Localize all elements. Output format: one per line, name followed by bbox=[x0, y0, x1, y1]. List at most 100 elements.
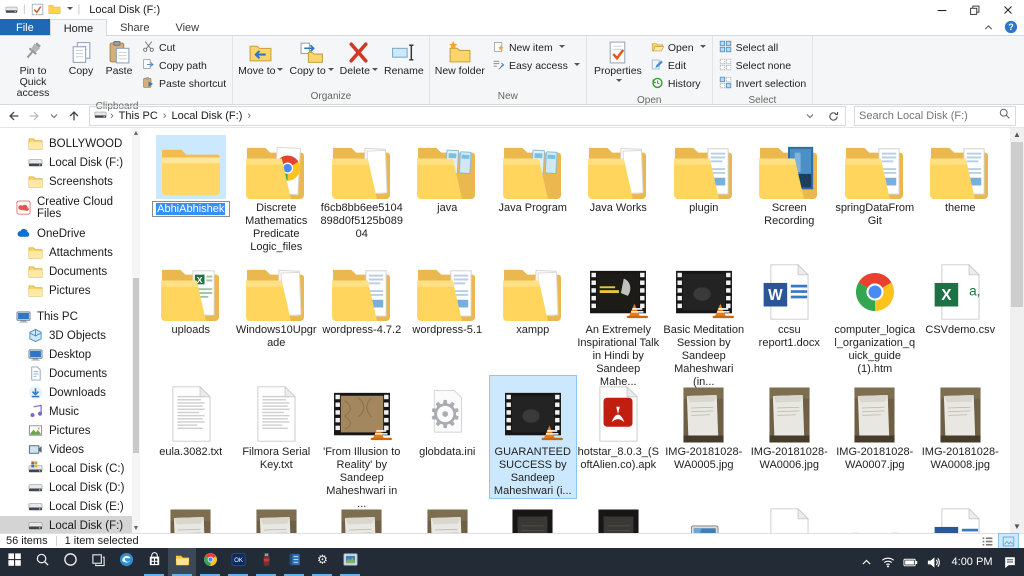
file-item[interactable]: Wccsu report1.docx bbox=[747, 254, 833, 376]
file-item[interactable]: plugin bbox=[661, 132, 747, 254]
forward-button[interactable] bbox=[24, 106, 44, 126]
tab-view[interactable]: View bbox=[162, 19, 212, 35]
file-item[interactable] bbox=[148, 498, 234, 533]
ribbon-select-none-button[interactable]: Select none bbox=[717, 58, 809, 74]
sidebar-scrollbar[interactable]: ▲ ▼ bbox=[132, 128, 140, 533]
file-item[interactable]: theme bbox=[918, 132, 1004, 254]
help[interactable]: ? bbox=[1004, 20, 1018, 39]
volume-icon[interactable] bbox=[926, 555, 941, 570]
taskbar-photos-app-button[interactable] bbox=[336, 548, 364, 576]
file-item[interactable]: Xa, CSVdemo.csv bbox=[918, 254, 1004, 376]
file-item[interactable]: wordpress-4.7.2 bbox=[319, 254, 405, 376]
sidebar-scroll-down[interactable]: ▼ bbox=[132, 523, 140, 533]
file-item[interactable]: xampp bbox=[490, 254, 576, 376]
file-item[interactable]: Basic Meditation Session by Sandeep Mahe… bbox=[661, 254, 747, 388]
ribbon-delete-button[interactable]: Delete bbox=[337, 38, 381, 78]
breadcrumb-segment[interactable]: This PC bbox=[117, 110, 160, 122]
breadcrumb-segment[interactable]: Local Disk (F:) bbox=[169, 110, 244, 122]
search-box[interactable] bbox=[854, 106, 1016, 126]
sidebar-scroll-up[interactable]: ▲ bbox=[132, 128, 140, 138]
taskbar-search-button[interactable] bbox=[28, 548, 56, 576]
search-input[interactable] bbox=[859, 110, 998, 122]
battery-icon[interactable] bbox=[903, 555, 918, 570]
scrollbar-thumb[interactable] bbox=[1011, 142, 1023, 307]
taskbar-start-button[interactable] bbox=[0, 548, 28, 576]
ribbon-paste-button[interactable]: Paste bbox=[100, 38, 138, 78]
ribbon-new-item-button[interactable]: New item bbox=[490, 40, 582, 56]
taskbar-task-view-button[interactable] bbox=[84, 548, 112, 576]
refresh-button[interactable] bbox=[823, 106, 843, 126]
file-item[interactable]: java bbox=[405, 132, 491, 254]
file-item[interactable]: springDataFromGit bbox=[832, 132, 918, 254]
ribbon-copy-to-button[interactable]: Copy to bbox=[286, 38, 336, 78]
file-item[interactable]: IMG-20181028-WA0005.jpg bbox=[661, 376, 747, 498]
file-item[interactable] bbox=[747, 498, 833, 533]
tab-share[interactable]: Share bbox=[107, 19, 162, 35]
taskbar-chrome-button[interactable] bbox=[196, 548, 224, 576]
sidebar-item-pictures[interactable]: Pictures bbox=[0, 421, 140, 440]
tab-home[interactable]: Home bbox=[49, 19, 108, 36]
address-chevron-button[interactable] bbox=[800, 106, 820, 126]
sidebar-item-local-disk-f[interactable]: Local Disk (F:) bbox=[0, 153, 140, 172]
ribbon-copy-button[interactable]: Copy bbox=[62, 38, 100, 78]
sidebar-item-onedrive[interactable]: OneDrive bbox=[0, 224, 140, 243]
file-item[interactable]: IMG-20181028-WA0006.jpg bbox=[747, 376, 833, 498]
sidebar-item-documents[interactable]: Documents bbox=[0, 262, 140, 281]
sidebar-item-music[interactable]: Music bbox=[0, 402, 140, 421]
sidebar-item-local-disk-d[interactable]: Local Disk (D:) bbox=[0, 478, 140, 497]
sidebar-item-documents[interactable]: Documents bbox=[0, 364, 140, 383]
sidebar-item-pictures[interactable]: Pictures bbox=[0, 281, 140, 300]
rename-input[interactable]: AbhiAbhishek bbox=[151, 201, 230, 217]
file-item[interactable]: IMG-20181028-WA0008.jpg bbox=[918, 376, 1004, 498]
back-button[interactable] bbox=[4, 106, 24, 126]
sidebar-item-downloads[interactable]: Downloads bbox=[0, 383, 140, 402]
file-item[interactable] bbox=[661, 498, 747, 533]
file-item[interactable]: Screen Recording bbox=[747, 132, 833, 254]
taskbar-notebook-app-button[interactable] bbox=[280, 548, 308, 576]
ribbon-easy-access-button[interactable]: Easy access bbox=[490, 58, 582, 74]
ribbon-open-button[interactable]: Open bbox=[649, 40, 708, 56]
ribbon-rename-button[interactable]: Rename bbox=[381, 38, 427, 78]
sidebar-item-local-disk-c[interactable]: Local Disk (C:) bbox=[0, 459, 140, 478]
close-button[interactable] bbox=[991, 0, 1024, 19]
file-item[interactable]: 'From Illusion to Reality' by Sandeep Ma… bbox=[319, 376, 405, 510]
ribbon-cut-button[interactable]: Cut bbox=[140, 40, 228, 56]
sidebar-item-3d-objects[interactable]: 3D Objects bbox=[0, 326, 140, 345]
qat-dropdown-icon[interactable] bbox=[66, 6, 73, 13]
sidebar-item-screenshots[interactable]: Screenshots bbox=[0, 172, 140, 191]
file-item[interactable] bbox=[319, 498, 405, 533]
recent-button[interactable] bbox=[44, 106, 64, 126]
file-item[interactable]: computer_logical_organization_quick_guid… bbox=[832, 254, 918, 376]
file-item[interactable]: eula.3082.txt bbox=[148, 376, 234, 498]
tab-file[interactable]: File bbox=[0, 19, 50, 35]
up-button[interactable] bbox=[64, 106, 84, 126]
file-item[interactable] bbox=[405, 498, 491, 533]
minimize-button[interactable] bbox=[925, 0, 958, 19]
sidebar-item-local-disk-f[interactable]: Local Disk (F:) bbox=[0, 516, 140, 533]
taskbar-edge-button[interactable] bbox=[112, 548, 140, 576]
file-item[interactable]: AbhiAbhishek bbox=[148, 132, 234, 254]
file-item[interactable]: Java Program bbox=[490, 132, 576, 254]
taskbar-file-explorer-button[interactable] bbox=[168, 548, 196, 576]
sidebar-item-local-disk-e[interactable]: Local Disk (E:) bbox=[0, 497, 140, 516]
ribbon-copy-path-button[interactable]: Copy path bbox=[140, 58, 228, 74]
scroll-down-arrow[interactable]: ▼ bbox=[1010, 520, 1024, 533]
taskbar-settings-button[interactable]: ⚙ bbox=[308, 548, 336, 576]
sidebar-scroll-thumb[interactable] bbox=[133, 278, 139, 453]
file-item[interactable]: Java Works bbox=[576, 132, 662, 254]
file-item[interactable]: X uploads bbox=[148, 254, 234, 376]
file-item[interactable]: IMG-20181028-WA0007.jpg bbox=[832, 376, 918, 498]
file-item[interactable]: wordpress-5.1 bbox=[405, 254, 491, 376]
file-item[interactable]: hotstar_8.0.3_(SoftAlien.co).apk bbox=[576, 376, 662, 498]
file-item[interactable]: An Extremely Inspirational Talk in Hindi… bbox=[576, 254, 662, 388]
sidebar-item-this-pc[interactable]: This PC bbox=[0, 307, 140, 326]
details-view-button[interactable] bbox=[978, 534, 997, 548]
taskbar-usb-drive-button[interactable] bbox=[252, 548, 280, 576]
file-item[interactable] bbox=[576, 498, 662, 533]
file-item[interactable]: GUARANTEED SUCCESS by Sandeep Maheshwari… bbox=[489, 375, 577, 499]
ribbon-paste-shortcut-button[interactable]: Paste shortcut bbox=[140, 76, 228, 92]
ribbon-select-all-button[interactable]: Select all bbox=[717, 40, 809, 56]
breadcrumb[interactable]: › This PC › Local Disk (F:) › bbox=[89, 106, 846, 126]
vertical-scrollbar[interactable]: ▲ ▼ bbox=[1010, 128, 1024, 533]
file-item[interactable]: ⚙ globdata.ini bbox=[405, 376, 491, 498]
